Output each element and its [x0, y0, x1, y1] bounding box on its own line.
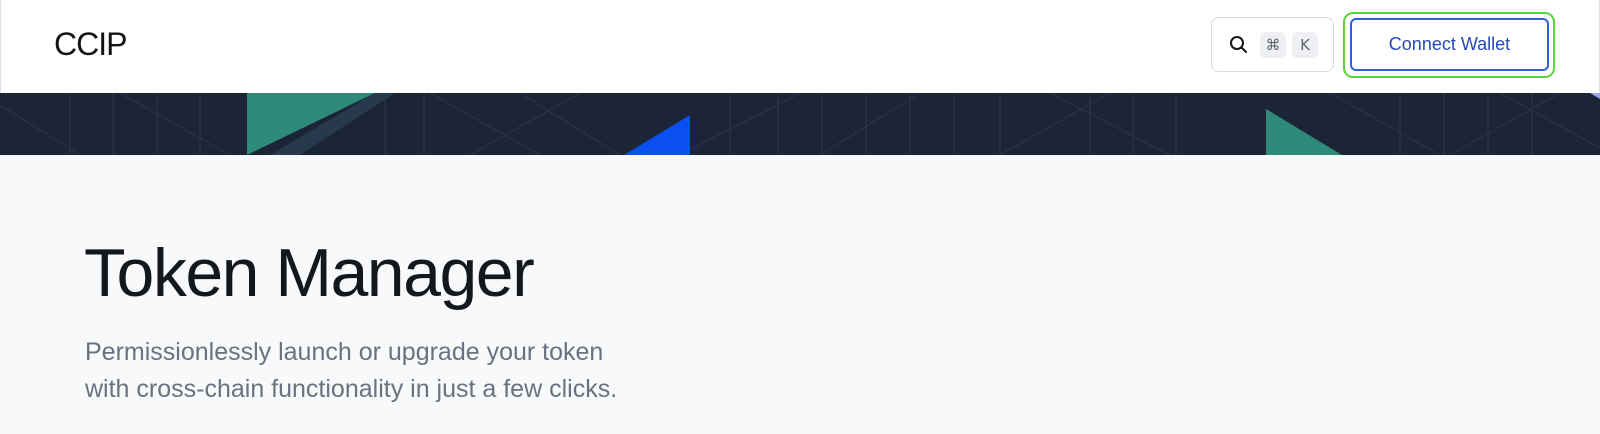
connect-wallet-button[interactable]: Connect Wallet: [1350, 18, 1549, 71]
teal-triangle-right: [1266, 109, 1342, 155]
page-title: Token Manager: [84, 235, 535, 311]
ccip-logo[interactable]: CCIP: [54, 22, 127, 66]
description-line-1: Permissionlessly launch or upgrade your …: [85, 338, 604, 366]
banner-pattern: [0, 93, 1600, 155]
search-icon: [1229, 35, 1248, 54]
command-key-hint: ⌘: [1260, 31, 1286, 58]
top-navbar: CCIP ⌘ K Connect Wallet: [0, 0, 1600, 93]
description-line-2: with cross-chain functionality in just a…: [85, 375, 618, 403]
search-button[interactable]: ⌘ K: [1211, 17, 1334, 72]
decorative-banner: [0, 93, 1600, 155]
page-description: Permissionlessly launch or upgrade your …: [85, 334, 725, 408]
blue-triangle: [624, 115, 690, 155]
page: CCIP ⌘ K Connect Wallet Token Manager Pe…: [0, 0, 1600, 434]
k-key-hint: K: [1292, 31, 1318, 58]
